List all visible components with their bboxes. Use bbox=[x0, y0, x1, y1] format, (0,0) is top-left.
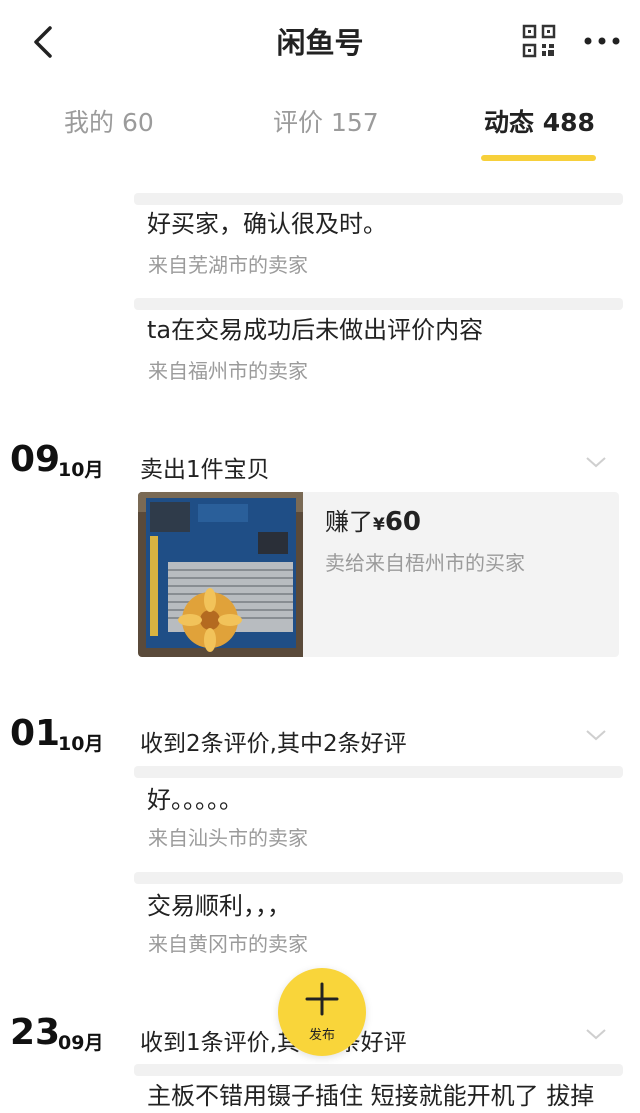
review-text: 交易顺利，，， bbox=[147, 892, 291, 920]
active-tab-indicator bbox=[481, 155, 596, 161]
publish-label: 发布 bbox=[308, 1028, 335, 1043]
chevron-down-icon[interactable] bbox=[584, 1027, 608, 1041]
review-text: 好。。。。。 bbox=[147, 786, 243, 814]
graphics-card-thumbnail bbox=[138, 492, 303, 657]
tab-bar: 我的 60 评价 157 动态 488 bbox=[0, 85, 640, 161]
event-date-day: 01 bbox=[10, 713, 61, 754]
event-date-month: 10月 bbox=[58, 733, 104, 755]
event-title: 收到2条评价,其中2条好评 bbox=[140, 731, 407, 757]
chevron-down-icon[interactable] bbox=[584, 728, 608, 742]
event-date-day: 09 bbox=[10, 439, 61, 480]
qr-code-icon[interactable] bbox=[522, 24, 556, 58]
review-source: 来自黄冈市的卖家 bbox=[148, 932, 308, 956]
tab-mine[interactable]: 我的 60 bbox=[64, 103, 154, 139]
plus-icon bbox=[305, 982, 339, 1016]
sold-item-card[interactable]: 赚了¥60 卖给来自梧州市的买家 bbox=[138, 492, 619, 657]
review-separator bbox=[134, 766, 623, 778]
review-source: 来自芜湖市的卖家 bbox=[148, 253, 308, 277]
review-separator bbox=[134, 872, 623, 884]
earned-amount: 赚了¥60 bbox=[325, 507, 422, 537]
event-date-month: 10月 bbox=[58, 459, 104, 481]
review-text: 好买家，确认很及时。 bbox=[147, 210, 387, 238]
review-source: 来自福州市的卖家 bbox=[148, 359, 308, 383]
review-separator bbox=[134, 1064, 623, 1076]
more-icon[interactable] bbox=[583, 30, 621, 52]
event-title: 卖出1件宝贝 bbox=[140, 457, 270, 483]
tab-activity[interactable]: 动态 488 bbox=[484, 103, 595, 139]
event-title: 收到1条评价,其中1条好评 bbox=[140, 1030, 407, 1056]
publish-button[interactable]: 发布 bbox=[278, 968, 366, 1056]
review-text: ta在交易成功后未做出评价内容 bbox=[147, 316, 484, 344]
review-text: 主板不错用镊子插住 短接就能开机了 拔掉 bbox=[147, 1082, 595, 1110]
event-date-day: 23 bbox=[10, 1012, 61, 1053]
top-bar: 闲鱼号 bbox=[0, 0, 640, 85]
review-separator bbox=[134, 298, 623, 310]
buyer-source: 卖给来自梧州市的买家 bbox=[325, 551, 525, 575]
chevron-down-icon[interactable] bbox=[584, 455, 608, 469]
tab-reviews[interactable]: 评价 157 bbox=[273, 103, 379, 139]
event-date-month: 09月 bbox=[58, 1032, 104, 1054]
review-source: 来自汕头市的卖家 bbox=[148, 826, 308, 850]
